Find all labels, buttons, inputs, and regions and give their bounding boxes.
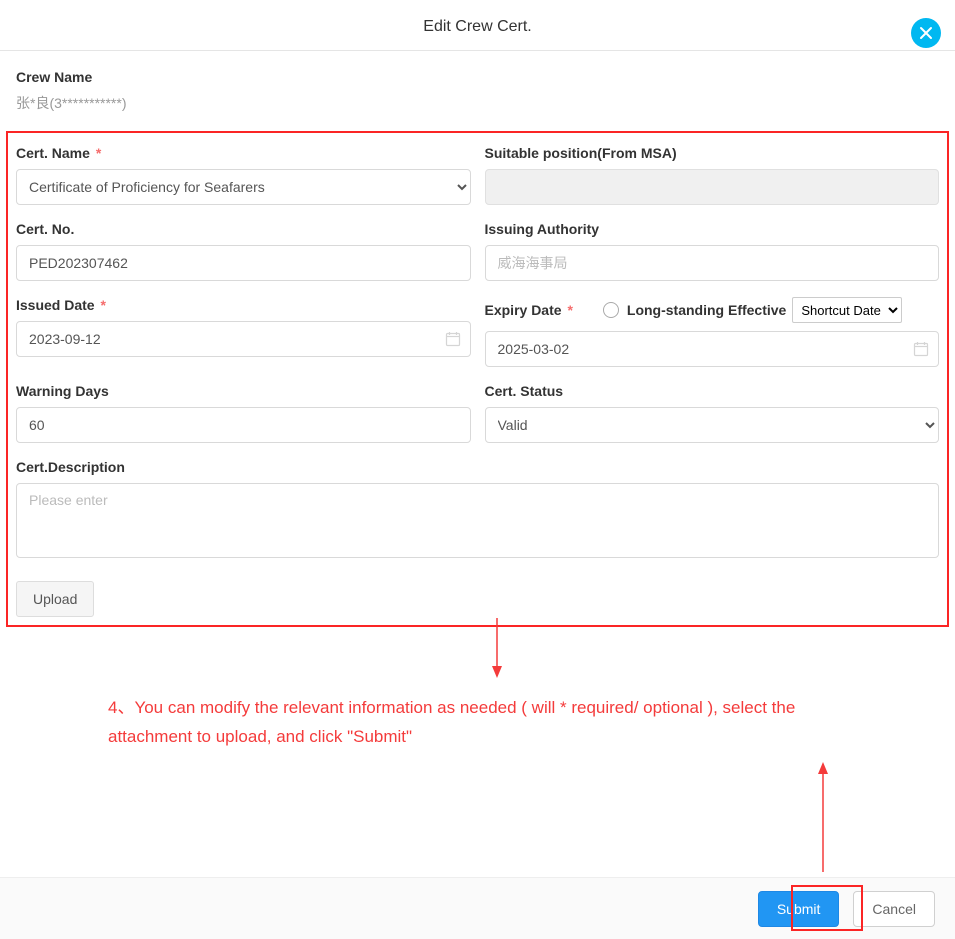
shortcut-date-select[interactable]: Shortcut Date bbox=[792, 297, 902, 323]
form-highlight-box: Cert. Name * Certificate of Proficiency … bbox=[6, 131, 949, 627]
expiry-date-input[interactable] bbox=[485, 331, 940, 367]
issued-date-label: Issued Date * bbox=[16, 297, 471, 313]
cert-status-label: Cert. Status bbox=[485, 383, 940, 399]
cert-description-label: Cert.Description bbox=[16, 459, 939, 475]
longstanding-label: Long-standing Effective bbox=[627, 302, 786, 318]
annotation-text: 4、You can modify the relevant informatio… bbox=[108, 694, 878, 752]
issuing-authority-input[interactable] bbox=[485, 245, 940, 281]
upload-button[interactable]: Upload bbox=[16, 581, 94, 617]
arrow-down-icon bbox=[487, 618, 507, 678]
expiry-date-label: Expiry Date * bbox=[485, 302, 573, 318]
submit-button[interactable]: Submit bbox=[758, 891, 840, 927]
modal-footer: Submit Cancel bbox=[0, 877, 955, 939]
close-icon bbox=[918, 25, 934, 41]
cert-no-input[interactable] bbox=[16, 245, 471, 281]
crew-name-label: Crew Name bbox=[16, 69, 939, 85]
arrow-up-icon bbox=[813, 762, 833, 872]
suitable-position-input bbox=[485, 169, 940, 205]
cert-name-label: Cert. Name * bbox=[16, 145, 471, 161]
cancel-button[interactable]: Cancel bbox=[853, 891, 935, 927]
cert-no-label: Cert. No. bbox=[16, 221, 471, 237]
cert-description-textarea[interactable] bbox=[16, 483, 939, 558]
issuing-authority-label: Issuing Authority bbox=[485, 221, 940, 237]
cert-status-select[interactable]: Valid bbox=[485, 407, 940, 443]
warning-days-label: Warning Days bbox=[16, 383, 471, 399]
cert-name-select[interactable]: Certificate of Proficiency for Seafarers bbox=[16, 169, 471, 205]
modal-title: Edit Crew Cert. bbox=[423, 18, 531, 35]
warning-days-input[interactable] bbox=[16, 407, 471, 443]
longstanding-radio[interactable] bbox=[603, 302, 619, 318]
issued-date-input[interactable] bbox=[16, 321, 471, 357]
suitable-position-label: Suitable position(From MSA) bbox=[485, 145, 940, 161]
crew-name-value: 张*良(3***********) bbox=[16, 95, 127, 111]
close-button[interactable] bbox=[911, 18, 941, 48]
